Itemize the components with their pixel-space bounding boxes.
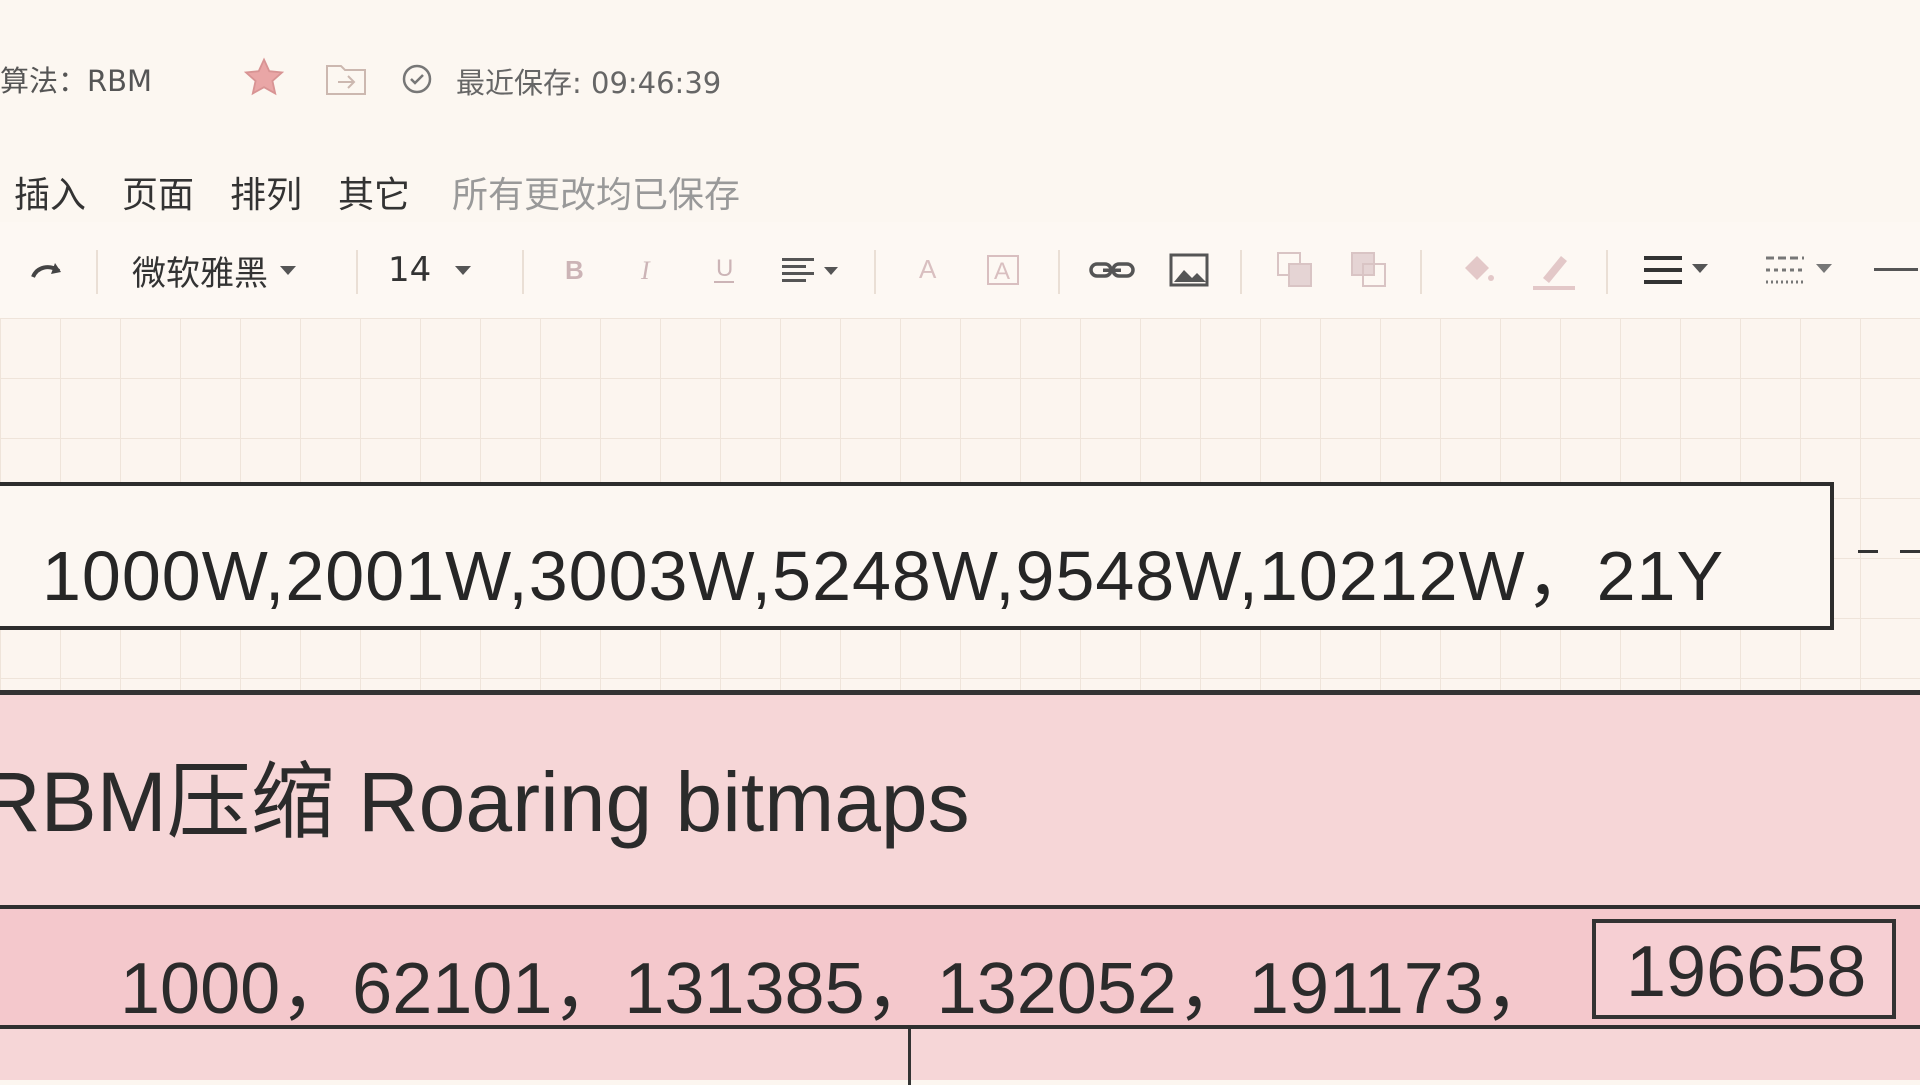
- values-row-text: 1000，62101，131385，132052，191173，: [120, 949, 1556, 1029]
- font-size-value: 14: [388, 250, 432, 290]
- document-title[interactable]: 算法：RBM: [0, 58, 152, 100]
- text-box-content: 1000W,2001W,3003W,5248W,9548W,10212W，21Y: [42, 537, 1725, 615]
- highlighted-value: 196658: [1626, 932, 1867, 1012]
- bold-icon[interactable]: B: [554, 246, 594, 294]
- toolbar-separator: [1240, 250, 1242, 294]
- menu-bar: 插入 页面 排列 其它 所有更改均已保存: [0, 160, 1920, 223]
- bring-front-icon[interactable]: [1272, 246, 1318, 294]
- pink-container-shape[interactable]: RBM压缩 Roaring bitmaps 1000，62101，131385，…: [0, 690, 1920, 1085]
- toolbar-separator: [874, 250, 876, 294]
- menu-arrange[interactable]: 排列: [230, 166, 302, 218]
- underline-icon[interactable]: U: [704, 246, 744, 294]
- star-icon[interactable]: [238, 52, 290, 104]
- font-color-icon[interactable]: A: [908, 246, 950, 294]
- menu-page[interactable]: 页面: [122, 166, 194, 218]
- svg-text:A: A: [994, 258, 1010, 285]
- chevron-down-icon: [455, 265, 472, 275]
- top-bar: 算法：RBM 最近保存: 09:46:39: [0, 0, 1920, 161]
- connector-line[interactable]: [1858, 550, 1878, 553]
- toolbar-separator: [1420, 250, 1422, 294]
- toolbar-separator: [1606, 250, 1608, 294]
- container-title: RBM压缩 Roaring bitmaps: [0, 755, 970, 849]
- chevron-down-icon: [280, 265, 296, 275]
- vertical-connector-line[interactable]: [908, 1029, 911, 1085]
- image-icon[interactable]: [1166, 246, 1212, 294]
- redo-icon[interactable]: [24, 246, 70, 294]
- toolbar-separator: [96, 250, 98, 294]
- connector-line[interactable]: [1900, 550, 1920, 553]
- font-family-select[interactable]: 微软雅黑: [132, 246, 322, 294]
- line-color-icon[interactable]: [1526, 246, 1582, 294]
- check-circle-icon: [398, 60, 436, 98]
- send-back-icon[interactable]: [1346, 246, 1392, 294]
- highlighted-value-box[interactable]: 196658: [1592, 919, 1896, 1019]
- save-status-text: 最近保存: 09:46:39: [456, 66, 722, 100]
- svg-text:I: I: [640, 256, 651, 285]
- menu-other[interactable]: 其它: [338, 166, 410, 218]
- svg-text:A: A: [919, 254, 937, 284]
- font-family-value: 微软雅黑: [132, 253, 268, 294]
- toolbar-separator: [1058, 250, 1060, 294]
- dash-style-icon[interactable]: [1762, 246, 1842, 294]
- align-icon[interactable]: [772, 246, 852, 294]
- text-background-icon[interactable]: A: [982, 246, 1024, 294]
- text-box-shape[interactable]: 1000W,2001W,3003W,5248W,9548W,10212W，21Y: [0, 482, 1834, 630]
- italic-icon[interactable]: I: [628, 246, 668, 294]
- save-all-status: 所有更改均已保存: [452, 175, 741, 216]
- toolbar-separator: [522, 250, 524, 294]
- link-icon[interactable]: [1086, 246, 1138, 294]
- move-to-folder-icon[interactable]: [322, 58, 370, 100]
- line-end-icon[interactable]: [1872, 246, 1920, 294]
- fill-color-icon[interactable]: [1454, 246, 1500, 294]
- svg-text:U: U: [716, 255, 733, 282]
- format-toolbar: 微软雅黑 14 B I U A A: [0, 222, 1920, 319]
- menu-insert[interactable]: 插入: [14, 166, 86, 218]
- svg-text:B: B: [565, 255, 584, 285]
- line-style-icon[interactable]: [1640, 246, 1716, 294]
- values-row-shape[interactable]: 1000，62101，131385，132052，191173， 196658: [0, 905, 1920, 1029]
- font-size-select[interactable]: 14: [388, 246, 488, 294]
- toolbar-separator: [356, 250, 358, 294]
